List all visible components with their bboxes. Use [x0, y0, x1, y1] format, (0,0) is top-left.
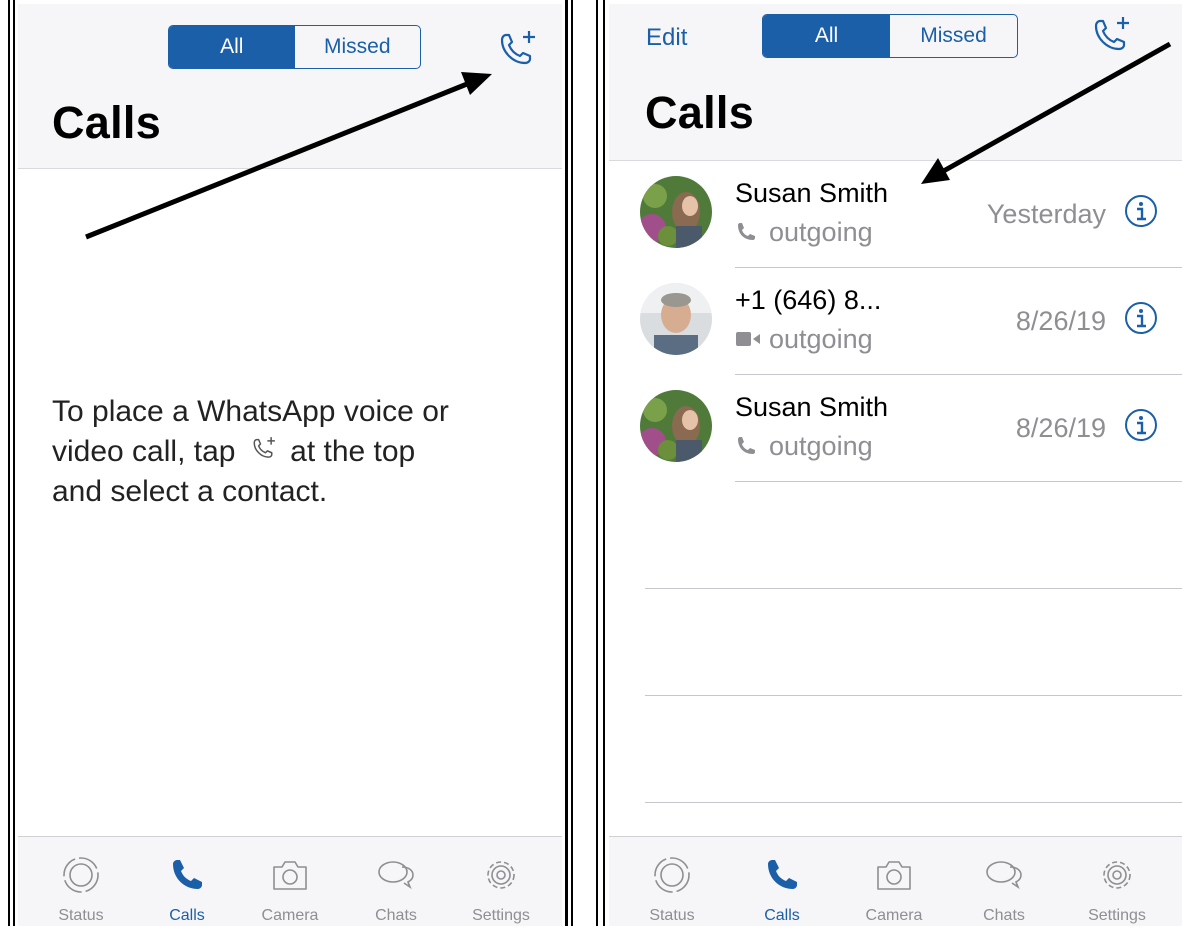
call-row[interactable]: +1 (646) 8... outgoing 8/26/19 [609, 268, 1182, 375]
page-title: Calls [645, 87, 755, 138]
empty-line-1: To place a WhatsApp voice or [52, 395, 449, 428]
tab-label: Chats [983, 907, 1025, 924]
segment-control: All Missed [762, 14, 1018, 58]
row-separator [735, 481, 1182, 482]
tab-label: Camera [865, 907, 923, 924]
contact-name: Susan Smith [735, 178, 889, 208]
empty-line-3: and select a contact. [52, 475, 328, 508]
call-direction: outgoing [735, 431, 873, 462]
info-circle-icon[interactable] [1124, 301, 1158, 335]
empty-row-separator [645, 802, 1182, 803]
tab-label: Status [58, 907, 104, 924]
frame-line [8, 0, 10, 926]
avatar [640, 283, 712, 355]
call-direction-text: outgoing [769, 431, 873, 461]
camera-icon [877, 861, 911, 890]
new-call-button[interactable] [1086, 12, 1134, 60]
tab-label: Settings [472, 907, 530, 924]
call-direction-text: outgoing [769, 217, 873, 247]
empty-state-message: To place a WhatsApp voice or video call,… [52, 392, 552, 512]
phone-small-icon [738, 437, 755, 454]
header: Edit All Missed Calls [609, 4, 1182, 161]
tab-label: Chats [375, 907, 417, 924]
call-date: 8/26/19 [1015, 413, 1106, 443]
segment-control: All Missed [168, 25, 421, 69]
call-date: 8/26/19 [1015, 306, 1106, 336]
tab-label: Camera [261, 907, 319, 924]
empty-row-separator [645, 695, 1182, 696]
tab-chats[interactable]: Chats [346, 837, 446, 926]
tab-status[interactable]: Status [31, 837, 131, 926]
chat-bubbles-icon [986, 861, 1022, 890]
tab-calls[interactable]: Calls [732, 837, 832, 926]
frame-line [565, 0, 568, 926]
new-call-button[interactable] [492, 26, 540, 74]
phone-plus-icon [253, 437, 275, 458]
tab-camera[interactable]: Camera [240, 837, 340, 926]
tab-bar: Status Calls Camera Chats Settings [18, 836, 562, 926]
avatar [640, 176, 712, 248]
header: All Missed Calls [18, 4, 562, 169]
frame-line [571, 0, 573, 926]
gear-icon [487, 861, 515, 889]
chat-bubbles-icon [378, 861, 414, 890]
video-camera-icon [736, 332, 760, 346]
tab-settings[interactable]: Settings [451, 837, 551, 926]
status-rings-icon [654, 857, 690, 893]
empty-line-2: video call, tap at the top [52, 432, 552, 472]
contact-name: Susan Smith [735, 392, 889, 422]
avatar [640, 390, 712, 462]
phone-icon [768, 860, 797, 889]
tab-label: Calls [764, 907, 800, 924]
tab-label: Calls [169, 907, 205, 924]
left-screen: All Missed Calls To place a WhatsApp voi… [18, 4, 562, 926]
page-title: Calls [52, 97, 162, 148]
phone-small-icon [738, 223, 755, 240]
edit-button[interactable]: Edit [646, 24, 687, 52]
call-direction: outgoing [735, 217, 873, 248]
right-screen: Edit All Missed Calls Susan Smith outgoi… [609, 4, 1182, 926]
tab-camera[interactable]: Camera [844, 837, 944, 926]
empty-line-2-before: video call, tap [52, 435, 236, 468]
segment-all[interactable]: All [763, 15, 890, 57]
segment-missed[interactable]: Missed [890, 15, 1017, 57]
frame-line [596, 0, 598, 926]
segment-all[interactable]: All [169, 26, 295, 68]
empty-line-2-after: at the top [290, 435, 416, 468]
tab-bar: Status Calls Camera Chats Settings [609, 836, 1182, 926]
empty-row-separator [645, 588, 1182, 589]
phone-icon [173, 860, 202, 889]
tab-settings[interactable]: Settings [1067, 837, 1167, 926]
tab-calls[interactable]: Calls [137, 837, 237, 926]
call-date: Yesterday [986, 199, 1106, 229]
phone-plus-icon [1094, 17, 1129, 51]
call-row[interactable]: Susan Smith outgoing 8/26/19 [609, 375, 1182, 482]
contact-name: +1 (646) 8... [735, 285, 882, 315]
tab-chats[interactable]: Chats [954, 837, 1054, 926]
call-direction-text: outgoing [769, 324, 873, 354]
frame-line [603, 0, 605, 926]
info-circle-icon[interactable] [1124, 408, 1158, 442]
phone-plus-icon [500, 31, 535, 65]
call-row[interactable]: Susan Smith outgoing Yesterday [609, 161, 1182, 268]
call-direction: outgoing [735, 324, 873, 355]
tab-status[interactable]: Status [622, 837, 722, 926]
status-rings-icon [63, 857, 99, 893]
info-circle-icon[interactable] [1124, 194, 1158, 228]
tab-label: Settings [1088, 907, 1146, 924]
tab-label: Status [649, 907, 695, 924]
frame-line [13, 0, 15, 926]
camera-icon [273, 861, 307, 890]
segment-missed[interactable]: Missed [295, 26, 421, 68]
gear-icon [1103, 861, 1131, 889]
